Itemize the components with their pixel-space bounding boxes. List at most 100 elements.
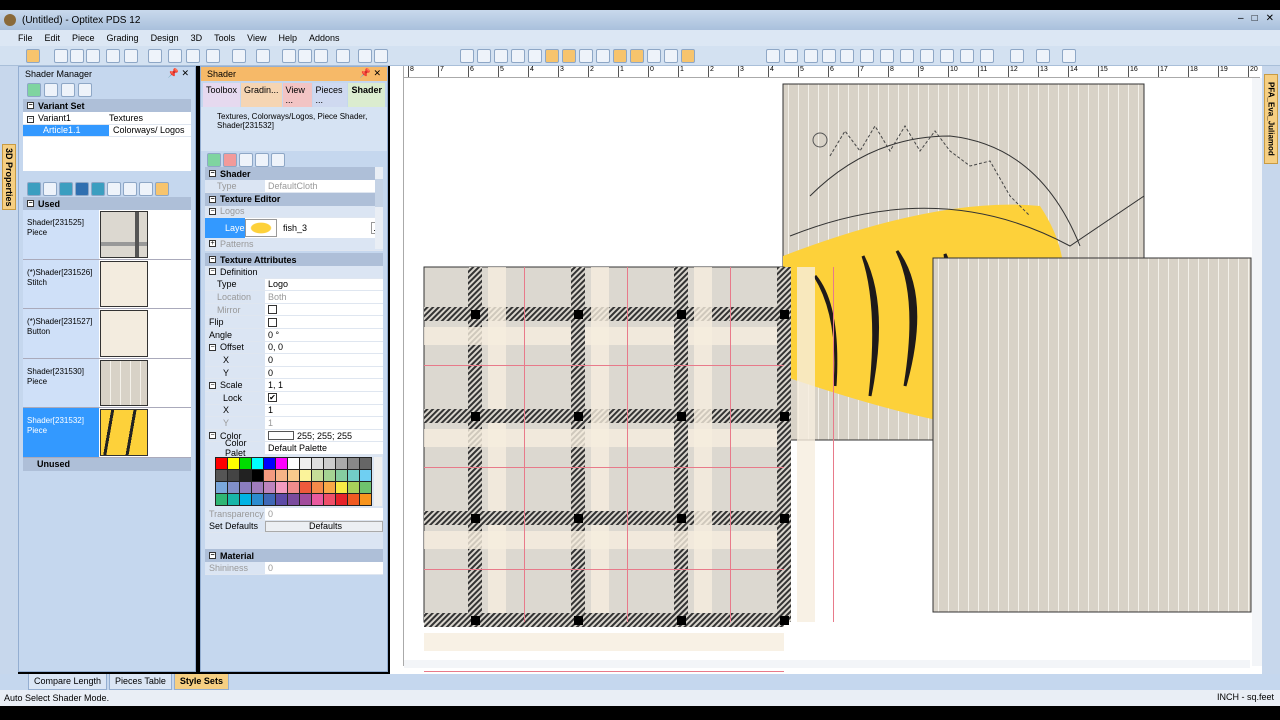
palette-swatch[interactable] — [336, 457, 347, 469]
palette-swatch[interactable] — [348, 493, 359, 505]
view-tool-12-icon[interactable] — [647, 49, 661, 63]
shader-item[interactable]: (*)Shader[231527] Button — [23, 309, 191, 359]
menu-addons[interactable]: Addons — [303, 33, 346, 43]
palette-swatch[interactable] — [276, 469, 287, 481]
flip-checkbox[interactable] — [268, 317, 277, 327]
menu-view[interactable]: View — [241, 33, 272, 43]
palette-value[interactable]: Default Palette — [265, 442, 383, 454]
drawing-canvas[interactable] — [390, 66, 1262, 674]
palette-swatch[interactable] — [264, 457, 275, 469]
shader-tool-4-icon[interactable] — [75, 182, 89, 196]
palette-swatch[interactable] — [228, 481, 239, 493]
save-icon[interactable] — [86, 49, 100, 63]
tab-view[interactable]: View ... — [282, 83, 312, 107]
layer-value[interactable]: fish_3 — [277, 223, 371, 233]
color-swatch[interactable] — [268, 431, 294, 441]
tab-toolbox[interactable]: Toolbox — [203, 83, 241, 107]
palette-swatch[interactable] — [216, 481, 227, 493]
3d-tool-7-icon[interactable] — [880, 49, 894, 63]
shader-tool-1-icon[interactable] — [27, 182, 41, 196]
article-row[interactable]: Article1.1 Colorways/ Logos — [23, 124, 191, 138]
3d-tool-9-icon[interactable] — [920, 49, 934, 63]
palette-swatch[interactable] — [348, 469, 359, 481]
palette-swatch[interactable] — [324, 457, 335, 469]
excel-icon[interactable] — [168, 49, 182, 63]
view-tool-1-icon[interactable] — [460, 49, 474, 63]
menu-file[interactable]: File — [12, 33, 39, 43]
3d-tool-6-icon[interactable] — [860, 49, 874, 63]
palette-swatch[interactable] — [312, 481, 323, 493]
lock-checkbox[interactable]: ✔ — [268, 393, 277, 403]
palette-swatch[interactable] — [264, 481, 275, 493]
stripe-piece[interactable] — [932, 257, 1252, 613]
palette-swatch[interactable] — [264, 493, 275, 505]
palette-swatch[interactable] — [252, 481, 263, 493]
def-type-value[interactable]: Logo — [265, 278, 383, 291]
new-file-icon[interactable] — [54, 49, 68, 63]
palette-swatch[interactable] — [336, 493, 347, 505]
palette-swatch[interactable] — [264, 469, 275, 481]
maximize-button[interactable]: □ — [1252, 13, 1258, 24]
palette-swatch[interactable] — [360, 469, 371, 481]
palette-swatch[interactable] — [348, 457, 359, 469]
copy-texture-icon[interactable] — [239, 153, 253, 167]
tab-style-sets[interactable]: Style Sets — [173, 674, 229, 690]
3d-tool-5-icon[interactable] — [840, 49, 854, 63]
palette-swatch[interactable] — [288, 493, 299, 505]
pin-close-icons[interactable]: 📌 ✕ — [168, 68, 189, 79]
palette-swatch[interactable] — [300, 493, 311, 505]
shirt-disabled-icon[interactable] — [61, 83, 75, 97]
palette-swatch[interactable] — [276, 481, 287, 493]
horizontal-scrollbar[interactable] — [404, 660, 1250, 668]
definition-row[interactable]: − Definition — [205, 266, 383, 279]
palette-swatch[interactable] — [312, 457, 323, 469]
menu-3d[interactable]: 3D — [185, 33, 209, 43]
tab-shader[interactable]: Shader — [348, 83, 385, 107]
3d-tool-1-icon[interactable] — [766, 49, 780, 63]
3d-tool-4-icon[interactable] — [822, 49, 836, 63]
offset-x-value[interactable]: 0 — [265, 354, 383, 366]
palette-swatch[interactable] — [300, 481, 311, 493]
palette-swatch[interactable] — [312, 469, 323, 481]
shader-tool-8-icon[interactable] — [139, 182, 153, 196]
paste-icon[interactable] — [314, 49, 328, 63]
3d-tool-10-icon[interactable] — [940, 49, 954, 63]
shirt-add-icon[interactable] — [78, 83, 92, 97]
palette-swatch[interactable] — [240, 469, 251, 481]
brush-icon[interactable] — [123, 182, 137, 196]
palette-swatch[interactable] — [336, 469, 347, 481]
3d-tool-8-icon[interactable] — [900, 49, 914, 63]
texture-editor-scrollbar[interactable] — [375, 167, 383, 249]
palette-swatch[interactable] — [288, 457, 299, 469]
tab-grading[interactable]: Gradin... — [241, 83, 282, 107]
color-value[interactable]: 255; 255; 255 — [297, 431, 352, 441]
view-tool-6-icon[interactable] — [545, 49, 559, 63]
variant-set-header[interactable]: − Variant Set — [23, 99, 191, 112]
undo-icon[interactable] — [232, 49, 246, 63]
texture-editor-category[interactable]: − Texture Editor — [205, 192, 383, 206]
shader-item[interactable]: (*)Shader[231526] Stitch — [23, 259, 191, 309]
palette-swatch[interactable] — [228, 493, 239, 505]
3d-tool-3-icon[interactable] — [804, 49, 818, 63]
palette-swatch[interactable] — [228, 457, 239, 469]
palette-swatch[interactable] — [288, 469, 299, 481]
palette-swatch[interactable] — [252, 493, 263, 505]
tab-style-file[interactable]: PFA_Eva_Juliamod — [1264, 74, 1278, 164]
palette-swatch[interactable] — [288, 481, 299, 493]
context-help-icon[interactable] — [374, 49, 388, 63]
tab-compare-length[interactable]: Compare Length — [28, 674, 108, 690]
unused-header[interactable]: Unused — [23, 457, 191, 471]
view-tool-13-icon[interactable] — [664, 49, 678, 63]
copy-icon[interactable] — [298, 49, 312, 63]
3d-tool-15-icon[interactable] — [1062, 49, 1076, 63]
menu-design[interactable]: Design — [145, 33, 185, 43]
3d-tool-14-icon[interactable] — [1036, 49, 1050, 63]
move-down-icon[interactable] — [255, 153, 269, 167]
palette-swatch[interactable] — [216, 469, 227, 481]
move-up-icon[interactable] — [271, 153, 285, 167]
menu-piece[interactable]: Piece — [66, 33, 101, 43]
view-tool-10-icon[interactable] — [613, 49, 627, 63]
variant-row[interactable]: − Variant1 Textures — [23, 112, 191, 125]
cut-icon[interactable] — [282, 49, 296, 63]
vertical-scrollbar[interactable] — [1252, 78, 1262, 666]
